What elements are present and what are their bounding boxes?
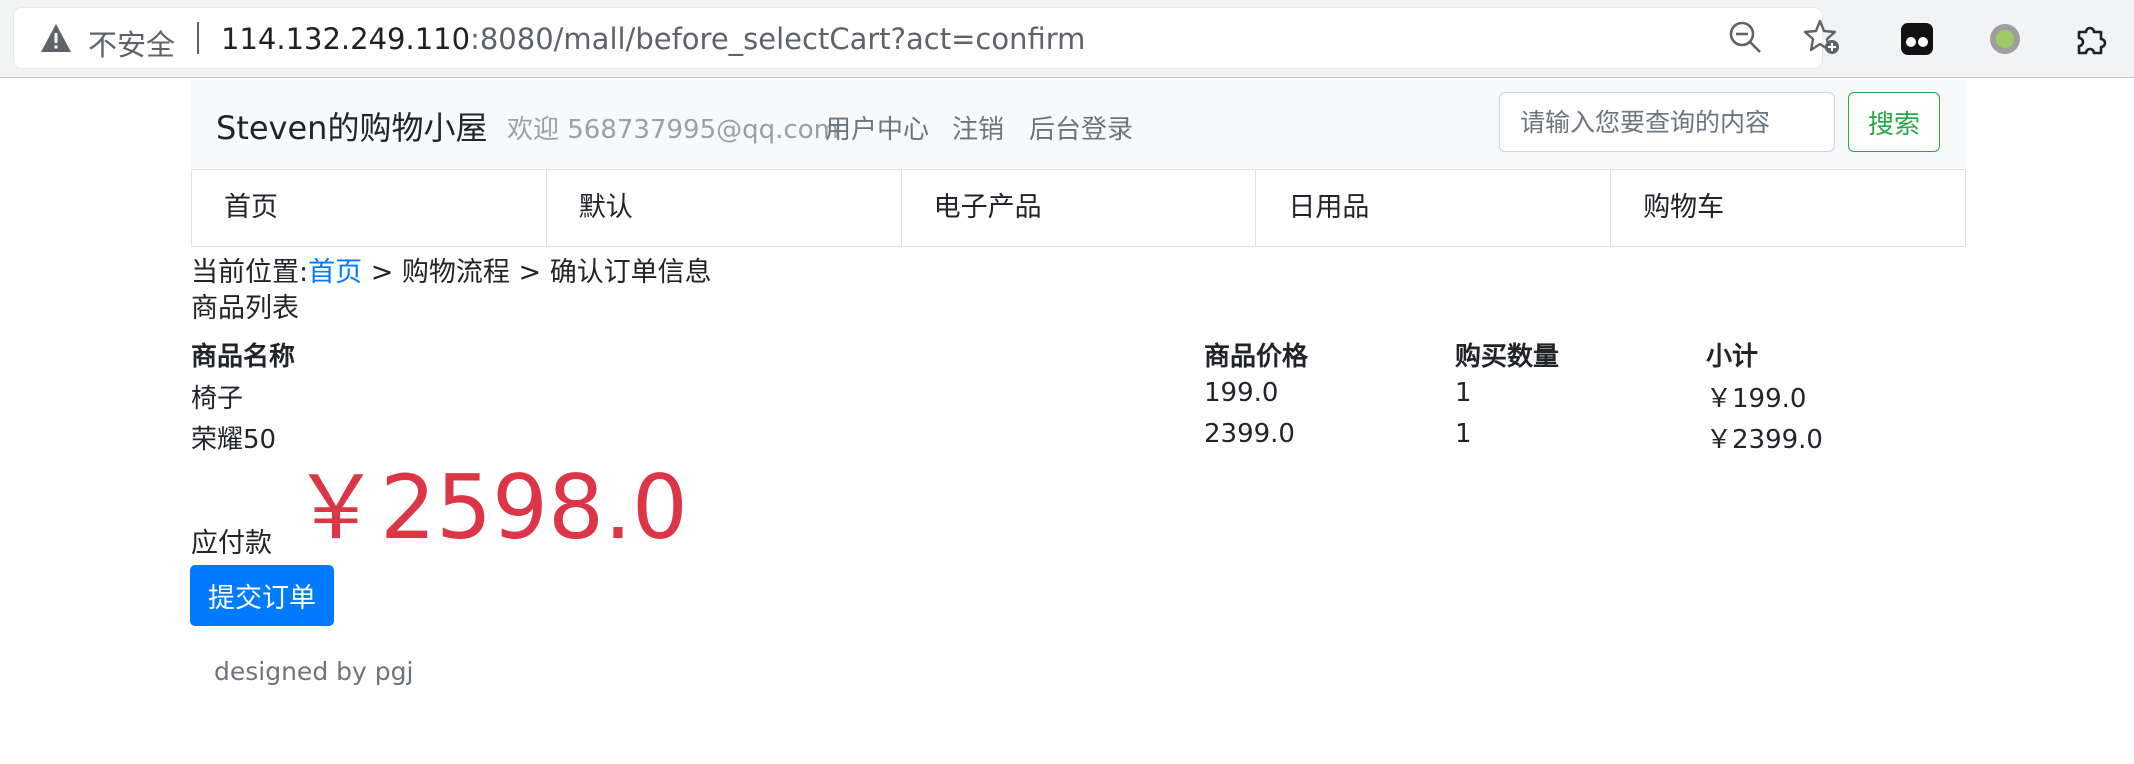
column-header-name: 商品名称	[191, 342, 296, 372]
breadcrumb: 当前位置:首页 > 购物流程 > 确认订单信息	[191, 250, 712, 289]
amount-due-label: 应付款	[191, 528, 272, 559]
table-cell-subtotal: ￥2399.0	[1706, 425, 1823, 455]
table-cell-subtotal: ￥199.0	[1706, 384, 1807, 414]
puzzle-extensions-icon[interactable]	[2072, 20, 2110, 58]
breadcrumb-path: > 购物流程 >	[362, 257, 550, 288]
column-header-subtotal: 小计	[1706, 342, 1759, 372]
welcome-text: 欢迎 568737995@qq.com	[507, 115, 839, 145]
amount-due-value: ￥2598.0	[292, 456, 688, 559]
category-tabs: 首页 默认 电子产品 日用品 购物车	[191, 169, 1966, 247]
site-navbar: Steven的购物小屋 欢迎 568737995@qq.com 用户中心 注销 …	[191, 80, 1966, 168]
url-text[interactable]: 114.132.249.110:8080/mall/before_selectC…	[221, 22, 1085, 56]
profile-icon[interactable]	[1988, 22, 2022, 56]
table-cell-price: 199.0	[1204, 378, 1279, 408]
security-label[interactable]: 不安全	[88, 22, 175, 64]
url-host: 114.132.249.110	[221, 22, 471, 56]
submit-order-button[interactable]: 提交订单	[190, 565, 334, 626]
nav-logout[interactable]: 注销	[952, 109, 1004, 146]
nav-admin-login[interactable]: 后台登录	[1029, 109, 1133, 146]
favorite-star-icon[interactable]	[1803, 18, 1841, 56]
tab-home[interactable]: 首页	[192, 170, 547, 246]
breadcrumb-current: 确认订单信息	[549, 257, 712, 288]
column-header-quantity: 购买数量	[1455, 342, 1560, 372]
table-cell-name: 椅子	[191, 384, 244, 414]
search-button[interactable]: 搜索	[1848, 92, 1940, 152]
nav-user-center[interactable]: 用户中心	[825, 109, 929, 146]
breadcrumb-home-link[interactable]: 首页	[308, 257, 362, 288]
footer-credit: designed by pgj	[214, 657, 414, 686]
brand-logo[interactable]: Steven的购物小屋	[216, 103, 487, 149]
browser-toolbar: 不安全 114.132.249.110:8080/mall/before_sel…	[0, 0, 2134, 78]
tab-electronics[interactable]: 电子产品	[902, 170, 1257, 246]
url-path: :8080/mall/before_selectCart?act=confirm	[470, 22, 1086, 56]
table-cell-price: 2399.0	[1204, 419, 1295, 449]
table-cell-quantity: 1	[1455, 378, 1472, 408]
product-list-title: 商品列表	[191, 293, 299, 324]
tab-daily-goods[interactable]: 日用品	[1256, 170, 1612, 246]
table-cell-name: 荣耀50	[191, 425, 277, 455]
column-header-price: 商品价格	[1204, 342, 1309, 372]
search-input[interactable]	[1499, 92, 1835, 152]
address-bar[interactable]: 不安全 114.132.249.110:8080/mall/before_sel…	[14, 8, 1822, 68]
warning-icon[interactable]	[40, 23, 72, 53]
tab-cart[interactable]: 购物车	[1611, 170, 1965, 246]
breadcrumb-prefix: 当前位置:	[191, 257, 309, 288]
extension-icon[interactable]	[1900, 22, 1934, 56]
zoom-out-icon[interactable]	[1728, 20, 1762, 54]
tab-default[interactable]: 默认	[547, 170, 902, 246]
address-separator	[197, 22, 199, 54]
table-cell-quantity: 1	[1455, 419, 1472, 449]
